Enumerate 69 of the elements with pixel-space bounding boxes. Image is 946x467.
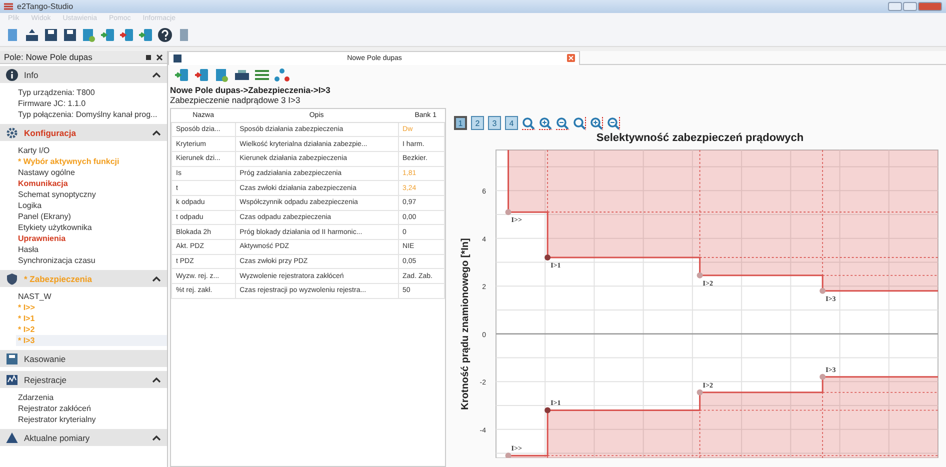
zoom-in-icon[interactable] [539, 116, 552, 130]
device-export-icon[interactable] [194, 67, 210, 83]
save-icon[interactable] [43, 26, 59, 42]
gear-icon [6, 126, 18, 138]
sidebar-item[interactable]: Typ urządzenia: T800 [16, 87, 167, 98]
maximize-button[interactable] [903, 2, 917, 11]
close-icon[interactable] [156, 54, 163, 60]
float-icon[interactable] [145, 54, 152, 60]
sidebar-item[interactable]: Rejestrator zakłóceń [16, 403, 167, 414]
sidebar-item[interactable]: Nastawy ogólne [16, 167, 167, 178]
panel-icon [6, 352, 18, 364]
chevron-up-icon[interactable] [152, 130, 161, 136]
sidebar-item[interactable]: Schemat synoptyczny [16, 189, 167, 200]
window-title: e2Tango-Studio [17, 2, 74, 11]
chevron-up-icon[interactable] [152, 376, 161, 382]
warning-icon [6, 432, 18, 444]
chart-page-button[interactable]: 4 [505, 116, 518, 130]
shield-icon [6, 272, 18, 284]
chart-title: Selektywność zabezpieczeń prądowych [595, 132, 805, 146]
table-icon[interactable] [254, 67, 270, 83]
sidebar-item[interactable]: Etykiety użytkownika [16, 222, 167, 233]
zoom-in-icon[interactable] [590, 116, 603, 130]
section-header[interactable]: Kasowanie [0, 350, 167, 367]
device-import-icon[interactable] [174, 67, 190, 83]
section-header[interactable]: Aktualne pomiary [0, 429, 167, 446]
sidebar-item[interactable]: Komunikacja [16, 178, 167, 189]
sidebar-item[interactable]: Zdarzenia [16, 392, 167, 403]
section-header[interactable]: Info [0, 66, 167, 83]
info-icon [6, 68, 18, 80]
device-import-icon[interactable] [100, 26, 116, 42]
section-header[interactable]: Rejestracje [0, 371, 167, 388]
chevron-up-icon[interactable] [152, 434, 161, 440]
sidebar-item[interactable]: Rejestrator kryterialny [16, 414, 167, 425]
app-logo-icon [4, 2, 13, 11]
sidebar-item[interactable]: Synchronizacja czasu [16, 255, 167, 266]
zoom-out-icon[interactable] [556, 116, 569, 130]
zoom-reset-icon[interactable] [573, 116, 586, 130]
minimize-button[interactable] [888, 2, 902, 11]
sidebar-title: Pole: Nowe Pole dupas [4, 52, 92, 62]
sidebar-item[interactable]: Uprawnienia [16, 233, 167, 244]
document-icon [173, 54, 182, 62]
step-point[interactable] [544, 254, 551, 260]
device-export-icon[interactable] [119, 26, 135, 42]
step-point[interactable] [544, 407, 551, 414]
network-icon[interactable] [274, 67, 290, 83]
zoom-reset-icon[interactable] [522, 116, 535, 130]
zoom-out-icon[interactable] [607, 116, 620, 130]
sidebar-item[interactable]: Typ połączenia: Domyślny kanał prog... [16, 109, 167, 120]
y-axis-label: Krotność prądu znamionowego [*In] [460, 238, 471, 410]
section-header[interactable]: Konfiguracja [0, 124, 167, 141]
breadcrumb: Nowe Pole dupas->Zabezpieczenia->I>3 [169, 85, 332, 95]
section-subtitle: Zabezpieczenie nadprądowe 3 I>3 [169, 95, 302, 105]
save-icon[interactable] [62, 26, 78, 42]
chart-icon [6, 374, 18, 386]
help-icon[interactable] [157, 26, 173, 42]
sidebar-item[interactable]: Hasła [16, 244, 167, 255]
sidebar-item[interactable]: Logika [16, 200, 167, 211]
chart-page-button[interactable]: 3 [488, 116, 501, 130]
sidebar-item[interactable]: Panel (Ekrany) [16, 211, 167, 222]
chart-page-button[interactable]: 1 [454, 116, 467, 130]
step-point[interactable] [820, 288, 826, 294]
chevron-up-icon[interactable] [152, 276, 161, 282]
sidebar-item[interactable]: NAST_W [16, 291, 167, 302]
upload-icon[interactable] [24, 26, 40, 42]
printer-icon[interactable] [234, 67, 250, 83]
sidebar-item[interactable]: Firmware JC: 1.1.0 [16, 98, 167, 109]
sidebar-item[interactable]: Karty I/O [16, 145, 167, 156]
chart-page-button[interactable]: 2 [471, 116, 484, 130]
chevron-up-icon[interactable] [152, 72, 161, 78]
